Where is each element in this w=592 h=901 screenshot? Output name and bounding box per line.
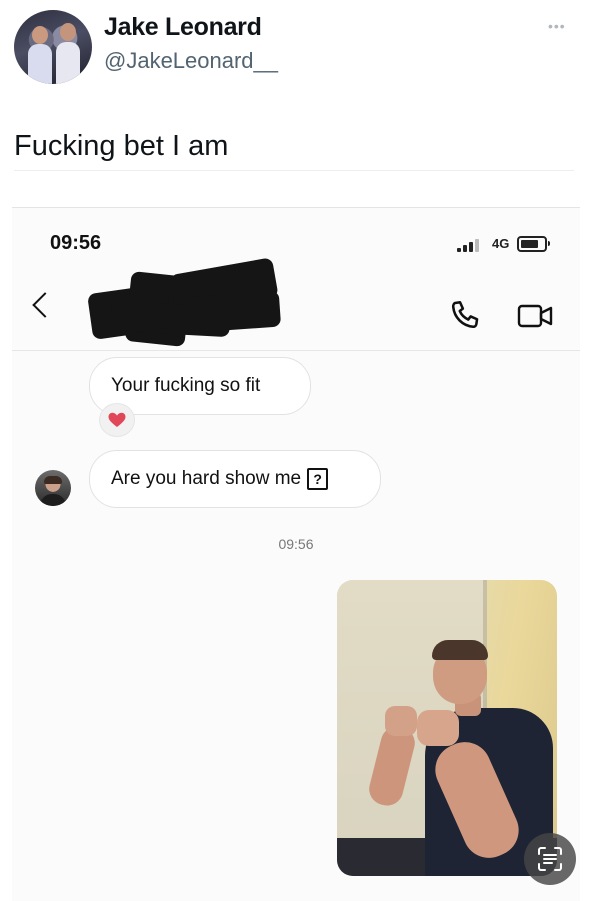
signal-icon [457,238,487,252]
divider [14,170,574,171]
redacted-contact-name [80,257,290,348]
divider [12,350,580,351]
author-name[interactable]: Jake Leonard [104,13,262,42]
avatar-figure [56,42,80,84]
chat-screenshot: 09:56 4G Your fucking so fit Are you har… [12,207,580,901]
tweet-text: Fucking bet I am [14,130,229,162]
avatar-figure [28,44,52,84]
author-avatar[interactable] [14,10,92,84]
text-scan-icon[interactable] [524,833,576,885]
author-handle[interactable]: @JakeLeonard__ [104,48,278,74]
network-type: 4G [492,236,510,251]
heart-reaction-icon[interactable] [99,403,135,437]
photo-person [417,710,459,746]
video-camera-icon[interactable] [517,304,555,328]
tweet-card: Jake Leonard @JakeLeonard__ ••• Fucking … [0,0,592,205]
message-text: Your fucking so fit [111,375,261,396]
battery-icon [517,236,550,252]
message-text: Are you hard show me [111,468,302,489]
avatar-figure [32,26,48,44]
unsupported-glyph-icon: ? [307,468,329,490]
sender-avatar[interactable] [35,470,71,506]
photo-person [432,640,488,660]
chevron-left-icon[interactable] [32,292,58,318]
message-timestamp: 09:56 [278,536,314,552]
shared-photo[interactable] [337,580,557,876]
message-bubble[interactable]: Are you hard show me ? [89,450,381,508]
photo-person [385,706,417,736]
phone-icon[interactable] [448,298,482,332]
avatar-figure [60,23,76,41]
status-time: 09:56 [50,232,102,254]
more-icon[interactable]: ••• [548,18,566,34]
